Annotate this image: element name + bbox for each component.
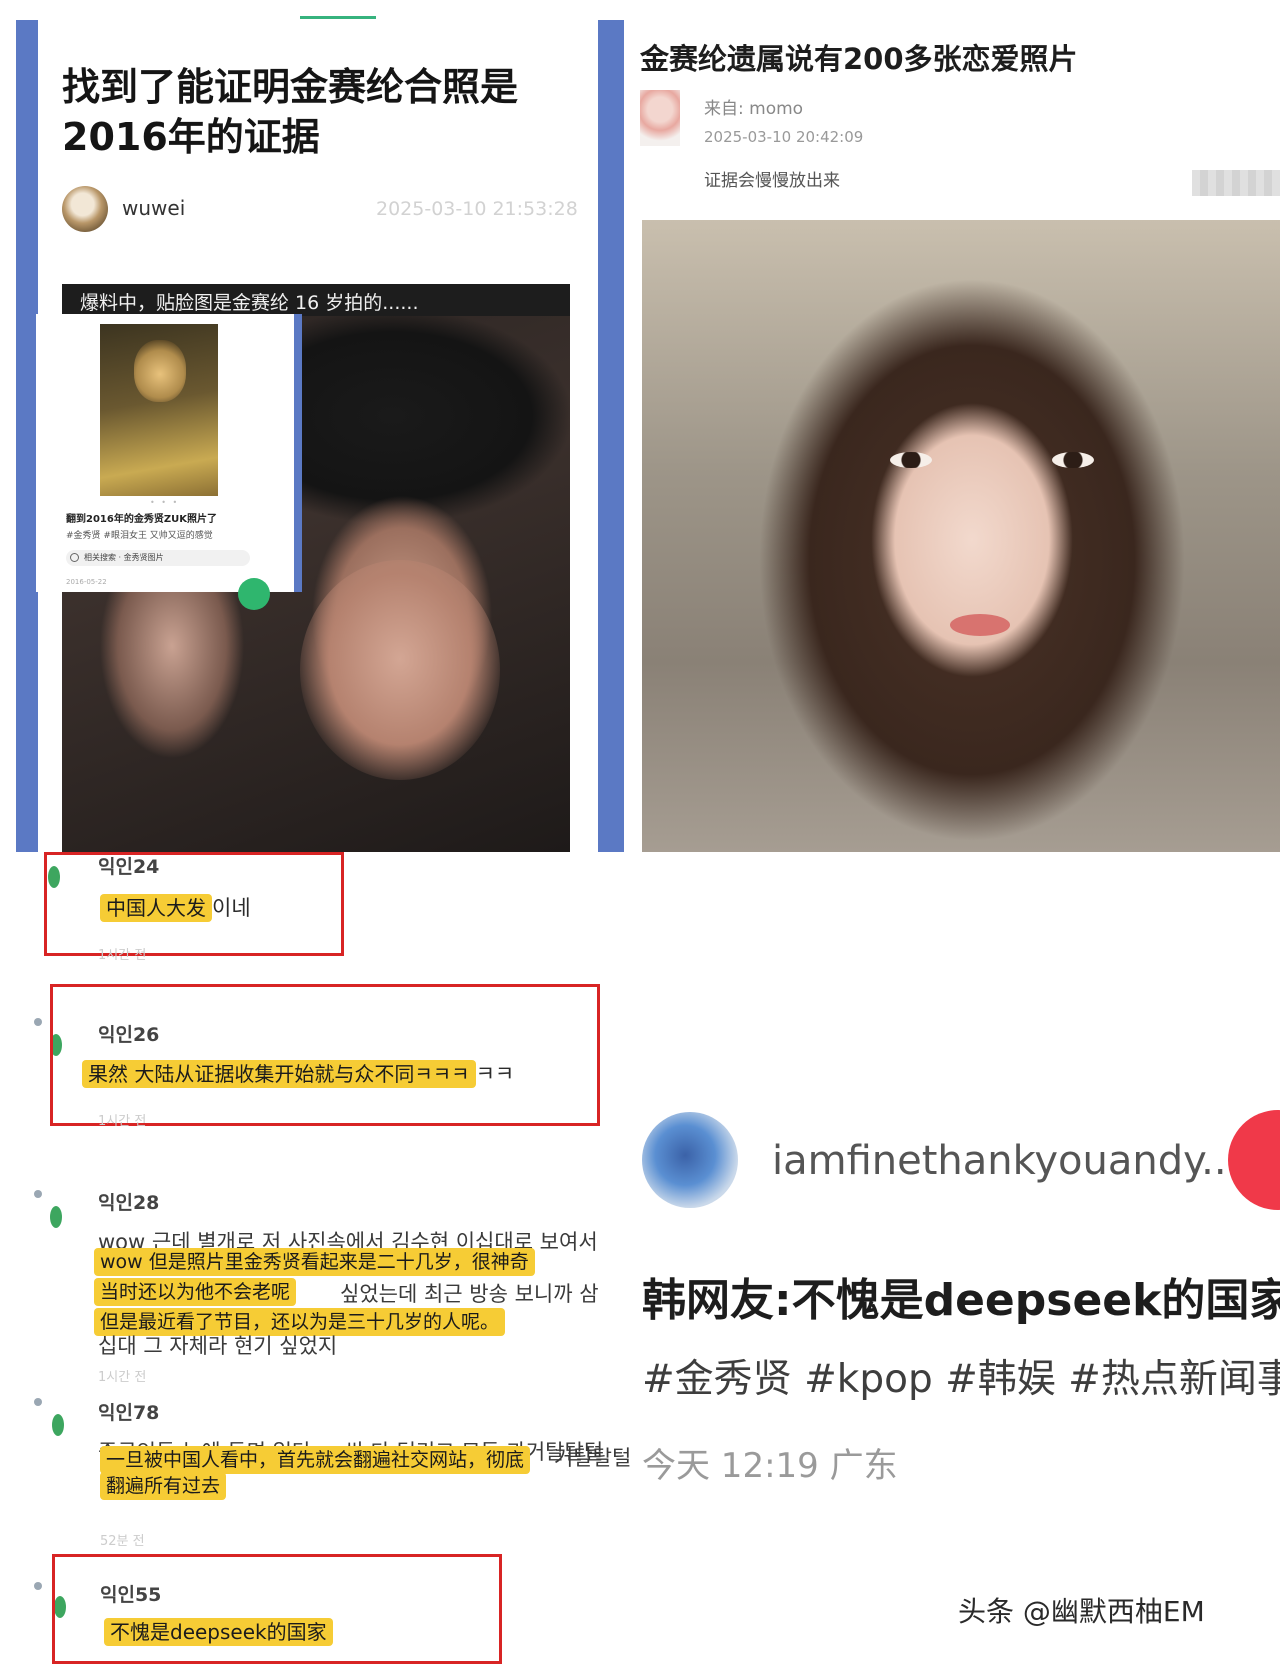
post-source: 来自: momo <box>704 99 804 119</box>
comment-body: 中国人大发 이네 <box>100 892 251 922</box>
search-icon <box>70 553 79 562</box>
comment-author: 익인55 <box>100 1584 162 1606</box>
right-post-title: 金赛纶遗属说有200多张恋爱照片 <box>640 42 1078 76</box>
commenter-avatar <box>50 1206 62 1228</box>
green-action-icon[interactable] <box>238 578 270 610</box>
korean-text: ㅋㅋ <box>475 1062 515 1086</box>
commenter-avatar <box>52 1414 64 1436</box>
translated-line-2: 翻遍所有过去 <box>100 1472 227 1500</box>
comment-body: 不愧是deepseek的国家 <box>104 1618 333 1646</box>
translated-highlight: 不愧是deepseek的国家 <box>104 1618 333 1646</box>
red-highlight-box <box>50 984 600 1126</box>
carousel-dots: • • • <box>150 498 180 507</box>
translated-highlight: 中国人大发 <box>100 894 212 922</box>
post-time-location: 今天 12:19 广东 <box>642 1446 898 1486</box>
comment-author: 익인26 <box>98 1024 160 1046</box>
post-timestamp: 2025-03-10 21:53:28 <box>376 198 578 220</box>
comment-time: 1시간 전 <box>98 1370 147 1385</box>
commenter-avatar-small <box>34 1190 42 1198</box>
inset-post-title: 翻到2016年的金秀贤ZUK照片了 <box>66 514 217 525</box>
commenter-avatar-small <box>34 1018 42 1026</box>
leak-caption: 爆料中，贴脸图是金赛纶 16 岁拍的...... <box>80 292 419 314</box>
korean-original: 십대 그 자체라 현기 싶었지 <box>98 1334 338 1358</box>
woman-portrait-photo[interactable] <box>642 220 1280 852</box>
author-name[interactable]: wuwei <box>122 196 185 220</box>
translated-line-1: wow 但是照片里金秀贤看起来是二十几岁，很神奇 <box>94 1248 535 1276</box>
korean-original: 거탈탈털 <box>554 1446 632 1470</box>
red-follow-button[interactable] <box>1228 1110 1280 1210</box>
watermark: 头条 @幽默西柚EM <box>958 1595 1205 1628</box>
translated-line-1: 一旦被中国人看中，首先就会翻遍社交网站，彻底 <box>100 1446 531 1474</box>
active-tab-indicator <box>300 16 376 19</box>
comment-time: 52분 전 <box>100 1534 145 1549</box>
inset-post-tags: #金秀贤 #眼泪女王 又帅又逗的感觉 <box>66 531 213 541</box>
portrait-lips <box>950 614 1010 636</box>
inset-related-search[interactable]: 相关搜索 · 金秀贤图片 <box>66 550 250 566</box>
username[interactable]: iamfinethankyouandy... <box>772 1138 1239 1184</box>
momo-avatar[interactable] <box>640 90 680 146</box>
commenter-avatar-small <box>34 1582 42 1590</box>
article-title: 找到了能证明金赛纶合照是2016年的证据 <box>62 65 519 159</box>
author-avatar[interactable] <box>62 186 108 232</box>
post-hashtags[interactable]: #金秀贤 #kpop #韩娱 #热点新闻事 <box>642 1348 1280 1404</box>
inset-photo-face <box>134 340 186 402</box>
translated-line-2: 当时还以为他不会老呢 <box>94 1278 297 1306</box>
post-headline: 韩网友:不愧是deepseek的国家 <box>642 1275 1280 1326</box>
commenter-avatar-small <box>34 1398 42 1406</box>
comment-body: 果然 大陆从证据收集开始就与众不同ㅋㅋㅋ ㅋㅋ <box>82 1058 514 1088</box>
translated-highlight: 果然 大陆从证据收集开始就与众不同ㅋㅋㅋ <box>82 1060 476 1088</box>
korean-text: 이네 <box>212 896 251 920</box>
comment-time: 1시간 전 <box>98 948 147 963</box>
blurred-region <box>1192 170 1280 196</box>
selfie-face-highlight <box>300 560 500 780</box>
right-post-body: 证据会慢慢放出来 <box>704 171 840 191</box>
comment-author: 익인78 <box>98 1402 160 1424</box>
comment-author: 익인28 <box>98 1192 160 1214</box>
right-post-timestamp: 2025-03-10 20:42:09 <box>704 128 864 146</box>
comment-time: 1시간 전 <box>98 1114 147 1129</box>
korean-original: 싶었는데 최근 방송 보니까 삼 <box>340 1282 599 1306</box>
inset-post-date: 2016-05-22 <box>66 578 107 586</box>
user-avatar[interactable] <box>642 1112 738 1208</box>
portrait-left-eye <box>890 452 932 468</box>
red-highlight-box <box>52 1554 502 1664</box>
portrait-right-eye <box>1052 452 1094 468</box>
